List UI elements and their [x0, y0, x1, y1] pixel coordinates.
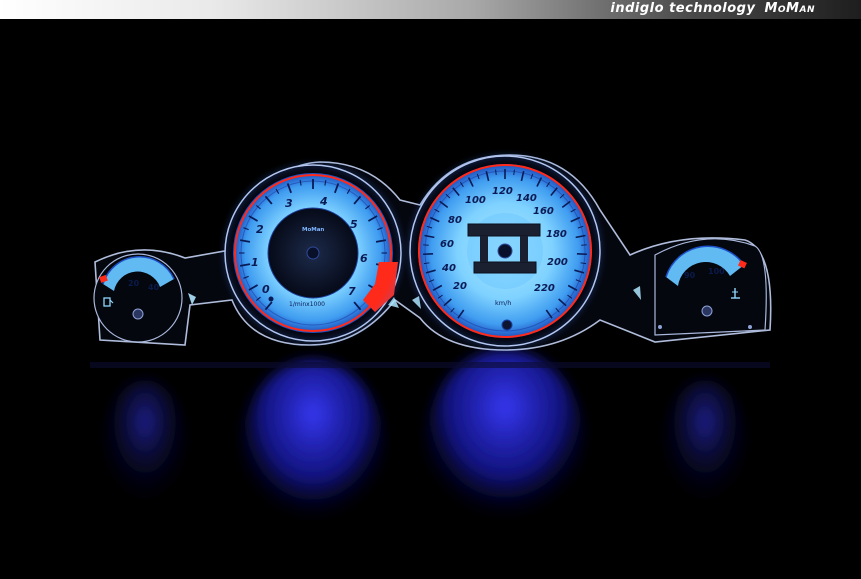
speed-number-80: 80	[448, 215, 462, 226]
speed-reset-knob	[501, 319, 513, 331]
tach-brand: MoMan	[302, 227, 324, 233]
speed-number-20: 20	[453, 281, 467, 292]
tach-number-6: 6	[360, 252, 368, 265]
speed-number-160: 160	[533, 206, 554, 217]
tach-number-2: 2	[256, 223, 264, 236]
banner-logo-text: MoMan	[764, 1, 815, 16]
speed-number-60: 60	[440, 239, 454, 250]
speed-number-40: 40	[441, 263, 456, 274]
instrument-cluster: 20 40 0 1 2 3 4 5 6 7 MoMan 1/minx1000 2…	[0, 19, 861, 579]
speed-number-220: 220	[534, 283, 555, 294]
banner-tagline: indiglo technology MoMan	[610, 1, 815, 16]
speed-number-180: 180	[546, 229, 567, 240]
tach-number-3: 3	[285, 197, 293, 210]
tach-number-7: 7	[348, 285, 356, 298]
speed-number-200: 200	[547, 257, 568, 268]
fuel-label-40: 40	[148, 283, 160, 292]
fuel-label-20: 20	[128, 279, 140, 288]
trip-window	[473, 261, 537, 274]
temp-label-90: 90	[684, 271, 696, 280]
tach-number-4: 4	[319, 195, 328, 208]
tach-number-5: 5	[350, 218, 358, 231]
temp-label-100: 100	[708, 267, 725, 276]
speed-number-120: 120	[492, 186, 513, 197]
tach-unit-label: 1/minx1000	[289, 301, 325, 308]
speed-unit-label: km/h	[495, 299, 511, 307]
reflection-area	[90, 350, 770, 540]
speed-number-140: 140	[516, 193, 537, 204]
tach-number-1: 1	[251, 256, 259, 269]
tach-number-0: 0	[262, 283, 270, 296]
top-banner: indiglo technology MoMan	[0, 0, 861, 19]
tick-mark	[495, 169, 497, 176]
speed-number-100: 100	[465, 195, 486, 206]
tick-mark	[513, 169, 515, 176]
odometer-window	[467, 223, 541, 237]
temperature-gauge: 90 100	[654, 238, 767, 336]
